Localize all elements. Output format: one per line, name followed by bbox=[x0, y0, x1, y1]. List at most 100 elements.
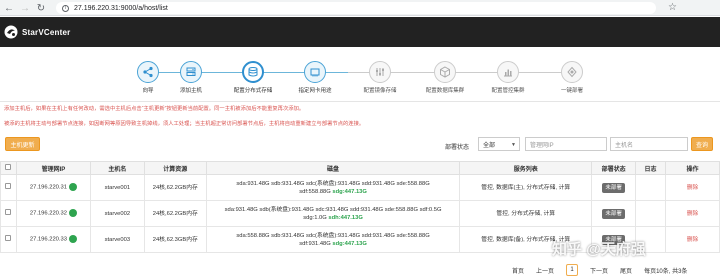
wizard-step-label: 指定网卡用途 bbox=[298, 88, 332, 94]
delete-link[interactable]: 删除 bbox=[687, 185, 699, 191]
mgmt-ip-input[interactable]: 管理网IP bbox=[525, 137, 607, 151]
delete-link[interactable]: 删除 bbox=[687, 237, 699, 243]
service-list: 管控, 分布式存储, 计算 bbox=[459, 200, 593, 227]
watermark-text: 知乎 @天府强 bbox=[552, 241, 646, 258]
deploy-status-select[interactable]: 全部 ▼ bbox=[478, 137, 520, 151]
next-page-link[interactable]: 下一页 bbox=[590, 266, 608, 275]
select-all-header[interactable] bbox=[0, 161, 17, 175]
server-add-icon bbox=[186, 67, 196, 76]
disk-line: sda:931.48G sdb(系统盘):931.48G sdc:931.48G… bbox=[224, 206, 442, 213]
row-checkbox[interactable] bbox=[5, 235, 12, 241]
url-text: 27.196.220.31:9000/a/host/list bbox=[74, 4, 168, 12]
select-all-checkbox[interactable] bbox=[5, 164, 12, 170]
wizard-step-label: 添加主机 bbox=[179, 88, 202, 94]
pagination: 首页 上一页 1 下一页 尾页 每页10条, 共3条 bbox=[512, 263, 687, 277]
wizard-step-db-cluster[interactable]: 配置数据库集群 bbox=[415, 61, 475, 94]
hostname: starve003 bbox=[89, 226, 145, 253]
disk-info: sda:931.48G sdb(系统盘):931.48G sdc:931.48G… bbox=[205, 200, 461, 227]
disk-highlight: sdh:447.13G bbox=[328, 214, 363, 221]
online-status-icon bbox=[68, 209, 77, 218]
update-host-button[interactable]: 主机更新 bbox=[5, 137, 40, 151]
reload-icon[interactable]: ↻ bbox=[34, 1, 48, 15]
first-page-link[interactable]: 首页 bbox=[512, 266, 524, 275]
current-page[interactable]: 1 bbox=[566, 264, 579, 276]
hostname: starve001 bbox=[89, 174, 145, 201]
prev-page-link[interactable]: 上一页 bbox=[536, 266, 554, 275]
chevron-down-icon: ▼ bbox=[511, 142, 516, 148]
forward-icon[interactable]: → bbox=[18, 1, 32, 15]
wizard-step-label: 配置数据库集群 bbox=[425, 88, 465, 94]
deploy-status-badge: 未部署 bbox=[602, 182, 625, 193]
cluster-icon bbox=[440, 66, 450, 78]
deploy-status-label: 部署状态 bbox=[445, 145, 470, 151]
service-list: 管控, 数据库(主), 分布式存储, 计算 bbox=[459, 174, 593, 201]
hostname-placeholder: 主机名 bbox=[615, 142, 634, 149]
last-page-link[interactable]: 尾页 bbox=[620, 266, 632, 275]
share-icon bbox=[143, 66, 153, 78]
search-button[interactable]: 查询 bbox=[691, 137, 713, 151]
mgmt-ip: 27.196.220.32 bbox=[29, 210, 67, 217]
disk-line-part: sdf:558.88G bbox=[299, 188, 331, 195]
disk-info: sda:931.48G sdb:931.48G sdc(系统盘):931.48G… bbox=[205, 174, 461, 201]
disk-line: sdf:558.88G sdg:447.13G bbox=[207, 188, 460, 196]
wizard-step-label: 一键部署 bbox=[560, 88, 583, 94]
log-cell[interactable] bbox=[635, 174, 667, 201]
address-bar[interactable]: i 27.196.220.31:9000/a/host/list bbox=[56, 2, 656, 14]
column-header: 服务列表 bbox=[459, 161, 593, 175]
setup-wizard: 向导 添加主机 配置分布式存储 指定网卡用途 配置镜像存储 配置数据库集群 配置… bbox=[118, 57, 598, 99]
table-row[interactable]: 27.196.220.32 starve002 24核,62.2GB内存 sda… bbox=[0, 200, 720, 227]
wizard-step-label: 配置镜像存储 bbox=[363, 88, 397, 94]
column-header: 操作 bbox=[665, 161, 720, 175]
row-checkbox[interactable] bbox=[5, 183, 12, 189]
log-cell[interactable] bbox=[635, 200, 667, 227]
deploy-icon bbox=[567, 66, 577, 78]
browser-toolbar: ← → ↻ i 27.196.220.31:9000/a/host/list ☆ bbox=[0, 0, 720, 16]
app-logo[interactable]: StarVCenter bbox=[4, 25, 70, 39]
wizard-step-image-storage[interactable]: 配置镜像存储 bbox=[350, 61, 410, 94]
disk-line-part: sdf:931.48G bbox=[299, 240, 331, 247]
column-header: 主机名 bbox=[89, 161, 145, 175]
info-icon[interactable]: i bbox=[62, 4, 69, 12]
disk-line: sdf:931.48G sdg:447.13G bbox=[207, 240, 460, 248]
column-header: 磁盘 bbox=[205, 161, 461, 175]
row-checkbox[interactable] bbox=[5, 209, 12, 215]
disk-line: sda:558.88G sdb:931.48G sdc(系统盘):931.48G… bbox=[236, 232, 430, 239]
back-icon[interactable]: ← bbox=[2, 1, 16, 15]
database-icon bbox=[248, 67, 258, 77]
network-card-icon bbox=[310, 68, 320, 77]
mgmt-ip: 27.196.220.31 bbox=[29, 184, 67, 191]
delete-link[interactable]: 删除 bbox=[687, 211, 699, 217]
column-header: 管理网IP bbox=[15, 161, 91, 175]
notice-line-1: 添加主机后，如果在主机上有任何改动，需选中主机后点击“主机更新”按钮更新当前配置… bbox=[4, 106, 305, 112]
hostname: starve002 bbox=[89, 200, 145, 227]
online-status-icon bbox=[68, 183, 77, 192]
wizard-step-nic[interactable]: 指定网卡用途 bbox=[285, 61, 345, 94]
wizard-step-deploy[interactable]: 一键部署 bbox=[542, 61, 602, 94]
wizard-step-label: 配置分布式存储 bbox=[233, 88, 273, 94]
table-header-row: 管理网IP 主机名 计算资源 磁盘 服务列表 部署状态 日志 操作 bbox=[0, 161, 720, 175]
disk-highlight: sdg:447.13G bbox=[332, 240, 367, 247]
notice-line-2: 被添的主机将主动与部署节点连接，如因断网等原因导致主机掉线，须人工处理；当主机超… bbox=[4, 121, 365, 127]
bookmark-star-icon[interactable]: ☆ bbox=[668, 2, 677, 13]
deploy-status-value: 全部 bbox=[483, 142, 496, 149]
mgmt-ip: 27.196.220.33 bbox=[29, 236, 67, 243]
app-header: StarVCenter bbox=[0, 17, 720, 47]
disk-line: sda:931.48G sdb:931.48G sdc(系统盘):931.48G… bbox=[236, 180, 430, 187]
wizard-step-storage[interactable]: 配置分布式存储 bbox=[223, 61, 283, 94]
disk-line-part: sdg:1.0G bbox=[303, 214, 327, 221]
chart-icon bbox=[504, 69, 512, 77]
column-header: 计算资源 bbox=[143, 161, 207, 175]
disk-line: sdg:1.0G sdh:447.13G bbox=[207, 214, 460, 222]
compute-resources: 24核,62.3GB内存 bbox=[143, 226, 207, 253]
disk-highlight: sdg:447.13G bbox=[332, 188, 367, 195]
table-row[interactable]: 27.196.220.31 starve001 24核,62.2GB内存 sda… bbox=[0, 174, 720, 201]
logo-icon bbox=[4, 25, 18, 39]
wizard-step-label: 配置管控集群 bbox=[491, 88, 525, 94]
app-name: StarVCenter bbox=[22, 27, 71, 37]
wizard-step-add-host[interactable]: 添加主机 bbox=[161, 61, 221, 94]
wizard-step-control-cluster[interactable]: 配置管控集群 bbox=[478, 61, 538, 94]
online-status-icon bbox=[68, 235, 77, 244]
disk-info: sda:558.88G sdb:931.48G sdc(系统盘):931.48G… bbox=[205, 226, 461, 253]
hostname-input[interactable]: 主机名 bbox=[610, 137, 688, 151]
page-info: 每页10条, 共3条 bbox=[644, 268, 688, 275]
